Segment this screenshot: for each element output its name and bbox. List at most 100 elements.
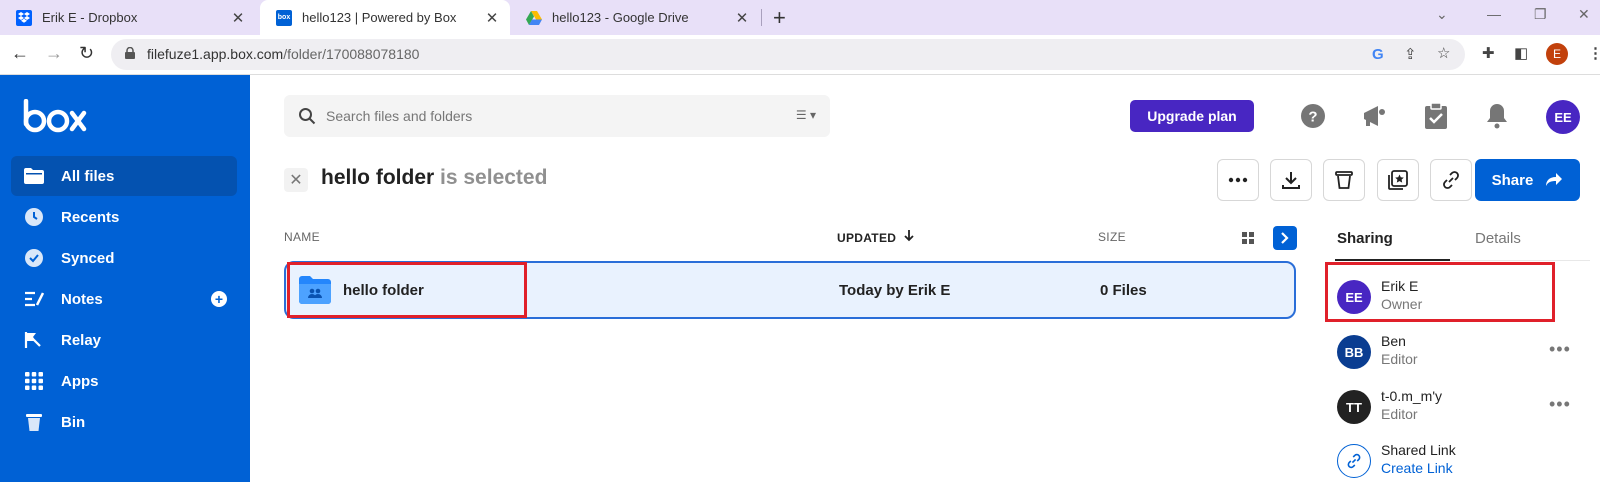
announcements-icon[interactable] [1361,103,1387,129]
browser-profile-avatar[interactable]: E [1546,43,1568,65]
link-icon [1337,444,1371,478]
column-header-size[interactable]: SIZE [1098,230,1126,244]
search-filter-icon[interactable]: ☰ ▾ [796,108,816,122]
collaborator-role[interactable]: Editor [1381,351,1418,367]
more-dots-icon [1228,177,1248,183]
updated-value: Today by Erik E [839,282,951,299]
bookmark-star-icon[interactable]: ☆ [1437,44,1450,62]
clock-icon [23,206,45,228]
collection-star-icon [1388,170,1408,190]
collaborator-editor[interactable]: TT t-0.m_m'y Editor ••• [1337,386,1587,430]
google-icon[interactable]: G [1372,46,1384,63]
browser-menu-icon[interactable]: ⋮ [1588,44,1600,62]
svg-text:?: ? [1308,109,1317,126]
close-tab-icon[interactable]: ✕ [230,9,246,27]
sidebar-item-relay[interactable]: Relay [11,320,237,360]
shared-link-row[interactable]: Shared Link Create Link [1337,440,1587,484]
box-logo[interactable] [22,98,88,138]
sidebar-item-synced[interactable]: Synced [11,238,237,278]
folder-icon [23,165,45,187]
column-header-updated[interactable]: UPDATED [837,230,914,245]
sidebar-item-all-files[interactable]: All files [11,156,237,196]
sidebar: All files Recents Synced Notes + Relay A… [0,75,250,482]
notes-icon [23,288,45,310]
shared-link-title: Shared Link [1381,442,1456,458]
close-window-icon[interactable]: ✕ [1578,6,1590,23]
avatar: TT [1337,390,1371,424]
search-input[interactable] [326,105,746,127]
url-text: filefuze1.app.box.com/folder/17008807818… [147,46,420,62]
avatar: BB [1337,335,1371,369]
clear-selection-button[interactable]: ✕ [284,168,308,192]
collaborator-role[interactable]: Editor [1381,406,1418,422]
collaborator-editor[interactable]: BB Ben Editor ••• [1337,331,1587,375]
address-bar[interactable]: filefuze1.app.box.com/folder/17008807818… [111,39,1465,70]
side-panel-icon[interactable]: ◧ [1514,44,1528,62]
tab-google-drive[interactable]: hello123 - Google Drive ✕ [510,0,760,35]
search-icon [299,108,316,125]
notifications-bell-icon[interactable] [1484,103,1510,129]
download-button[interactable] [1270,159,1312,201]
check-circle-icon [23,247,45,269]
browser-toolbar: ← → ↻ filefuze1.app.box.com/folder/17008… [0,35,1600,75]
add-note-icon[interactable]: + [211,291,227,307]
more-options-icon[interactable]: ••• [1549,339,1571,360]
sidebar-item-recents[interactable]: Recents [11,197,237,237]
link-icon [1443,171,1459,189]
tab-box[interactable]: box hello123 | Powered by Box ✕ [260,0,510,35]
lock-icon [125,47,135,59]
share-button[interactable]: Share [1475,159,1580,201]
close-tab-icon[interactable]: ✕ [484,9,500,27]
sort-arrow-down-icon [904,230,914,242]
browser-tab-strip: Erik E - Dropbox ✕ box hello123 | Powere… [0,0,1600,35]
more-options-button[interactable] [1217,159,1259,201]
minimize-icon[interactable]: — [1487,6,1501,22]
sidebar-item-bin[interactable]: Bin [11,402,237,442]
box-icon: box [276,9,292,26]
highlight-box-owner [1325,262,1555,322]
new-tab-icon[interactable]: + [773,5,786,31]
trash-icon [1335,171,1353,189]
upgrade-plan-button[interactable]: Upgrade plan [1130,100,1254,132]
collaborator-name: Ben [1381,333,1406,349]
add-to-collection-button[interactable] [1377,159,1419,201]
apps-grid-icon [23,370,45,392]
back-icon[interactable]: ← [11,43,29,64]
tasks-icon[interactable] [1423,103,1449,129]
tab-search-icon[interactable]: ⌄ [1436,6,1448,23]
more-options-icon[interactable]: ••• [1549,394,1571,415]
sidebar-item-apps[interactable]: Apps [11,361,237,401]
toggle-sidebar-panel-button[interactable] [1273,226,1297,250]
download-icon [1282,172,1300,189]
tab-dropbox[interactable]: Erik E - Dropbox ✕ [0,0,256,35]
copy-link-button[interactable] [1430,159,1472,201]
column-header-name[interactable]: NAME [284,230,320,244]
extensions-icon[interactable]: ✚ [1482,44,1495,62]
selection-title: hello folder is selected [321,166,548,189]
close-tab-icon[interactable]: ✕ [734,9,750,27]
size-value: 0 Files [1100,282,1147,299]
tab-details[interactable]: Details [1475,230,1521,247]
sidebar-item-notes[interactable]: Notes + [11,279,237,319]
relay-icon [23,329,45,351]
highlight-box-folder [287,262,527,318]
trash-icon [23,411,45,433]
share-arrow-icon [1546,173,1563,186]
tab-separator [761,9,762,26]
google-drive-icon [526,10,542,26]
user-avatar[interactable]: EE [1546,100,1580,134]
share-page-icon[interactable]: ⇪ [1404,45,1417,63]
trash-button[interactable] [1323,159,1365,201]
forward-icon[interactable]: → [45,43,63,64]
search-bar[interactable]: ☰ ▾ [284,95,830,137]
grid-view-icon[interactable] [1242,231,1254,249]
restore-icon[interactable]: ❐ [1534,6,1547,23]
collaborator-name: t-0.m_m'y [1381,388,1443,404]
help-icon[interactable]: ? [1300,103,1326,129]
active-tab-underline [1335,259,1450,261]
dropbox-icon [16,9,32,26]
tab-sharing[interactable]: Sharing [1337,230,1393,247]
reload-icon[interactable]: ↻ [79,43,94,64]
create-link-button[interactable]: Create Link [1381,460,1453,476]
chevron-right-icon [1281,232,1289,244]
